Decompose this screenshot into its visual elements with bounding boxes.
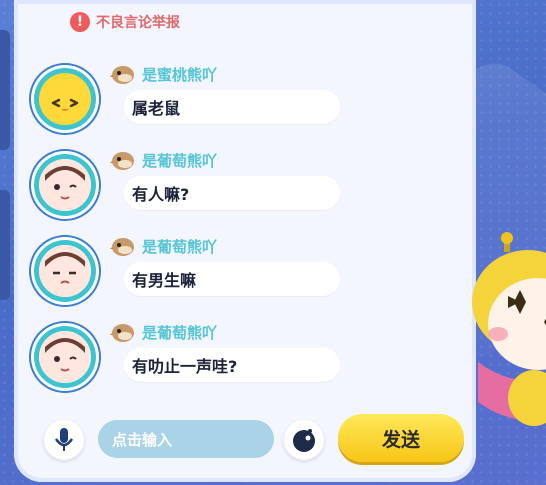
sender-name: 是葡萄熊吖 — [142, 237, 218, 256]
message-bubble: 有人嘛? — [124, 176, 340, 210]
report-link[interactable]: ! 不良言论举报 — [70, 12, 180, 32]
sender-name: 是蜜桃熊吖 — [142, 65, 218, 84]
send-button-label: 发送 — [381, 428, 420, 451]
boy-avatar-icon — [39, 331, 91, 383]
message-header: 是葡萄熊吖 — [110, 148, 217, 172]
emoji-button[interactable] — [284, 420, 324, 460]
report-label: 不良言论举报 — [96, 15, 180, 31]
message-bubble: 有叻止一声哇? — [124, 348, 340, 382]
avatar[interactable] — [34, 240, 96, 302]
warning-icon: ! — [70, 12, 90, 32]
boy-avatar-icon — [39, 159, 91, 211]
emoji-face-icon — [293, 429, 315, 452]
chat-message: 是葡萄熊吖 有人嘛? — [0, 146, 440, 226]
avatar[interactable] — [34, 326, 96, 388]
message-header: 是葡萄熊吖 — [110, 234, 217, 258]
message-header: 是葡萄熊吖 — [110, 320, 217, 344]
message-text: 属老鼠 — [132, 99, 181, 118]
message-header: 是蜜桃熊吖 — [110, 62, 217, 86]
chat-message: 是葡萄熊吖 有叻止一声哇? — [0, 318, 440, 398]
sparrow-badge-icon — [110, 66, 134, 84]
sparrow-badge-icon — [110, 152, 134, 170]
send-button[interactable]: 发送 — [338, 414, 464, 462]
message-bubble: 有男生嘛 — [124, 262, 340, 296]
sender-name: 是葡萄熊吖 — [142, 323, 218, 342]
message-text: 有男生嘛 — [132, 271, 197, 290]
avatar[interactable] — [34, 68, 96, 130]
sender-name: 是葡萄熊吖 — [142, 151, 218, 170]
sparrow-badge-icon — [110, 324, 134, 342]
message-input[interactable]: 点击输入 — [98, 420, 274, 458]
chick-avatar-icon — [39, 75, 91, 125]
mascot-character-icon — [472, 232, 546, 426]
boy-avatar-icon — [39, 245, 91, 297]
chat-input-bar: 点击输入 发送 — [28, 396, 464, 482]
chat-message: 是葡萄熊吖 有男生嘛 — [0, 232, 440, 312]
microphone-icon — [54, 428, 74, 451]
message-text: 有人嘛? — [132, 185, 190, 204]
sparrow-badge-icon — [110, 238, 134, 256]
chat-message: 是蜜桃熊吖 属老鼠 — [0, 60, 440, 140]
message-text: 有叻止一声哇? — [132, 357, 238, 376]
message-bubble: 属老鼠 — [124, 90, 340, 124]
avatar[interactable] — [34, 154, 96, 216]
voice-button[interactable] — [44, 420, 84, 460]
